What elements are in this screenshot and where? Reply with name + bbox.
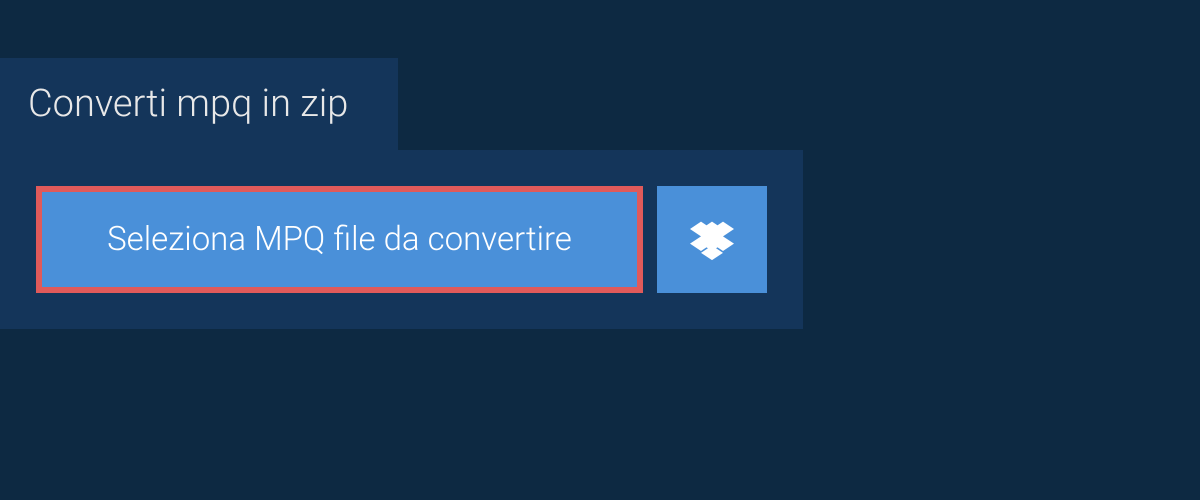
dropbox-button[interactable]	[657, 186, 767, 293]
button-row: Seleziona MPQ file da convertire	[36, 186, 767, 293]
content-panel: Seleziona MPQ file da convertire	[0, 150, 803, 329]
select-file-button[interactable]: Seleziona MPQ file da convertire	[36, 186, 643, 293]
select-file-label: Seleziona MPQ file da convertire	[107, 220, 572, 259]
dropbox-icon	[690, 218, 734, 262]
page-title: Converti mpq in zip	[28, 82, 348, 126]
tab-header: Converti mpq in zip	[0, 58, 398, 150]
